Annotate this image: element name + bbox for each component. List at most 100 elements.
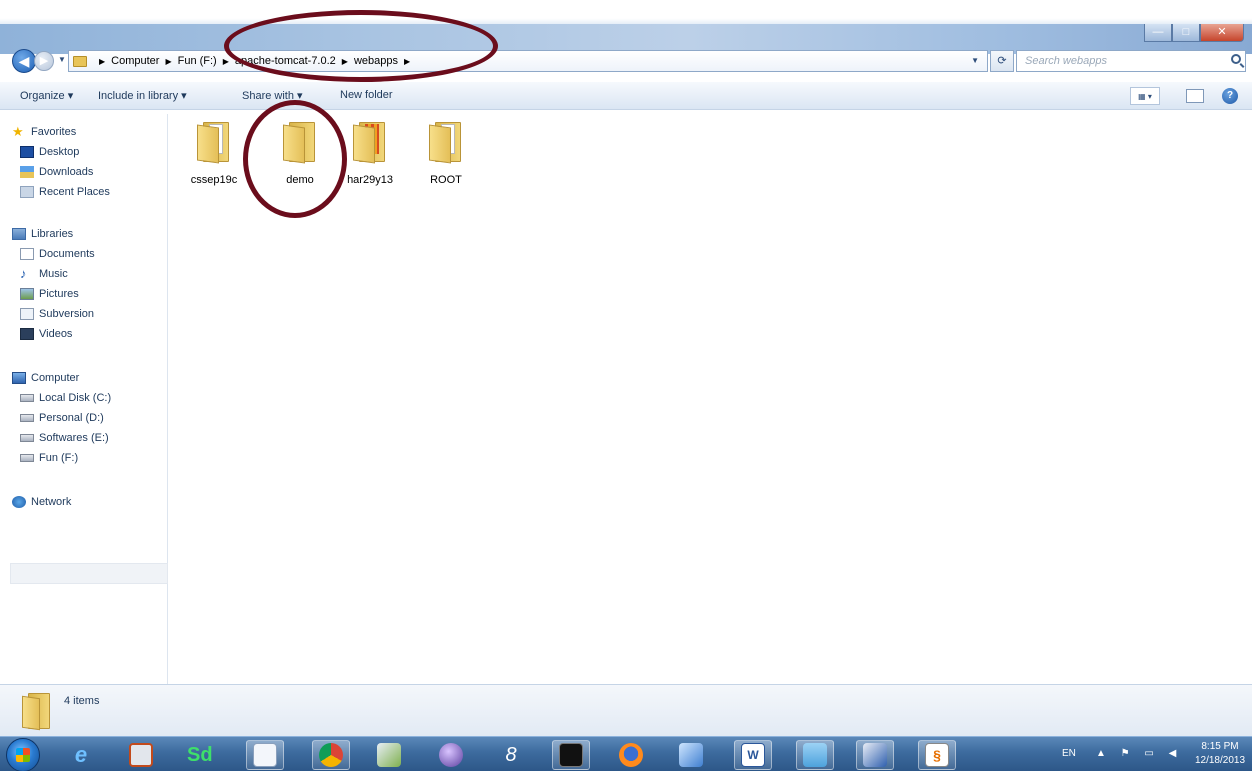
chrome-icon[interactable] xyxy=(312,740,350,770)
videos-icon xyxy=(20,328,34,340)
preview-pane-icon[interactable] xyxy=(1186,89,1204,103)
nav-network[interactable]: Network xyxy=(12,494,71,510)
file-item[interactable]: cssep19c xyxy=(182,120,246,186)
firefox-icon[interactable] xyxy=(612,740,650,770)
nav-computer-label: Computer xyxy=(31,372,80,384)
nav-libraries[interactable]: Libraries xyxy=(12,226,73,242)
nav-personal-d[interactable]: Personal (D:) xyxy=(20,410,104,426)
annotation-circle-demo xyxy=(243,100,347,218)
address-dropdown[interactable]: ▼ xyxy=(971,56,979,65)
breadcrumb-fun-drive[interactable]: Fun (F:) xyxy=(178,55,217,67)
word-icon[interactable]: W xyxy=(734,740,772,770)
help-button[interactable]: ? xyxy=(1222,86,1238,106)
search-input[interactable]: Search webapps xyxy=(1016,50,1246,72)
desktop-icon xyxy=(20,146,34,158)
drive-icon xyxy=(20,454,34,462)
nav-pictures[interactable]: Pictures xyxy=(20,286,79,302)
tray-icons[interactable]: ▲ ⚑ ▭ ◀ xyxy=(1096,748,1182,759)
view-icon[interactable]: ▦ ▾ xyxy=(1130,87,1160,105)
music-icon: ♪ xyxy=(20,266,27,281)
network-icon xyxy=(12,496,26,508)
nav-favorites[interactable]: ★ Favorites xyxy=(12,124,76,140)
recent-pages-dropdown[interactable]: ▼ xyxy=(58,55,66,64)
app-paint-blue-icon[interactable] xyxy=(856,740,894,770)
computer-icon xyxy=(12,372,26,384)
downloads-icon xyxy=(20,166,34,178)
minimize-button[interactable]: — xyxy=(1144,24,1172,42)
nav-subversion[interactable]: Subversion xyxy=(20,306,94,322)
command-prompt-icon[interactable] xyxy=(552,740,590,770)
close-button[interactable]: ✕ xyxy=(1200,24,1244,42)
include-in-library-button[interactable]: Include in library ▾ xyxy=(98,89,187,102)
nav-fun-f-label: Fun (F:) xyxy=(39,452,79,464)
sd-app-icon[interactable]: Sd xyxy=(180,740,218,770)
local-disk-icon xyxy=(20,394,34,402)
notepad-icon[interactable] xyxy=(246,740,284,770)
folder-icon xyxy=(22,693,50,731)
organize-button[interactable]: Organize ▾ xyxy=(20,89,73,102)
nav-subversion-label: Subversion xyxy=(39,308,95,320)
java-icon[interactable]: § xyxy=(918,740,956,770)
recent-places-icon xyxy=(20,186,34,198)
nav-personal-d-label: Personal (D:) xyxy=(39,412,104,424)
nav-recent-places[interactable]: Recent Places xyxy=(20,184,110,200)
nav-downloads-label: Downloads xyxy=(39,166,94,178)
nav-music[interactable]: ♪ Music xyxy=(20,266,68,282)
drive-icon xyxy=(20,434,34,442)
app-orb-icon[interactable] xyxy=(432,740,470,770)
forward-button[interactable]: ▶ xyxy=(34,51,54,71)
nav-libraries-label: Libraries xyxy=(31,228,74,240)
zip-folder-icon xyxy=(197,120,231,164)
new-folder-button[interactable]: New folder xyxy=(340,89,393,101)
clock[interactable]: 8:15 PM 12/18/2013 xyxy=(1192,740,1248,768)
folder-front xyxy=(353,124,375,164)
language-indicator[interactable]: EN xyxy=(1062,748,1076,759)
nav-fun-f[interactable]: Fun (F:) xyxy=(20,450,78,466)
nav-softwares-e[interactable]: Softwares (E:) xyxy=(20,430,109,446)
help-icon[interactable]: ? xyxy=(1222,88,1238,104)
nav-music-label: Music xyxy=(39,268,68,280)
app-8-icon[interactable]: 8 xyxy=(492,740,530,770)
star-icon: ★ xyxy=(12,124,24,139)
nav-desktop[interactable]: Desktop xyxy=(20,144,79,160)
folder-icon xyxy=(353,120,387,164)
start-button[interactable] xyxy=(6,738,40,771)
nav-desktop-label: Desktop xyxy=(39,146,80,158)
clock-time: 8:15 PM xyxy=(1201,741,1239,752)
clock-date: 12/18/2013 xyxy=(1194,755,1246,766)
details-pane: 4 items xyxy=(0,684,1252,736)
breadcrumb-computer[interactable]: Computer xyxy=(111,55,159,67)
nav-computer[interactable]: Computer xyxy=(12,370,79,386)
folder-front xyxy=(22,695,40,731)
app-blue-icon[interactable] xyxy=(672,740,710,770)
breadcrumb-arrow-icon: ▶ xyxy=(222,56,229,66)
nav-local-disk-c[interactable]: Local Disk (C:) xyxy=(20,390,111,406)
file-name: ROOT xyxy=(430,174,462,186)
internet-explorer-icon[interactable]: e xyxy=(62,740,100,770)
nav-videos-label: Videos xyxy=(39,328,73,340)
nav-documents[interactable]: Documents xyxy=(20,246,95,262)
subversion-icon xyxy=(20,308,34,320)
file-name: har29y13 xyxy=(347,174,393,186)
back-button[interactable]: ◀ xyxy=(12,49,36,73)
view-options-button[interactable]: ▦ ▾ xyxy=(1130,86,1160,106)
app-window-icon[interactable] xyxy=(796,740,834,770)
nav-videos[interactable]: Videos xyxy=(20,326,72,342)
folder-icon xyxy=(73,55,87,67)
file-item[interactable]: har29y13 xyxy=(338,120,402,186)
address-bar[interactable]: ▶ Computer ▶ Fun (F:) ▶ apache-tomcat-7.… xyxy=(68,50,988,72)
refresh-button[interactable]: ⟳ xyxy=(990,50,1014,72)
documents-icon xyxy=(20,248,34,260)
nav-documents-label: Documents xyxy=(39,248,95,260)
maximize-button[interactable]: □ xyxy=(1172,24,1200,42)
file-item[interactable]: ROOT xyxy=(414,120,478,186)
breadcrumb-arrow-icon: ▶ xyxy=(165,56,172,66)
item-count: 4 items xyxy=(64,695,100,707)
nav-pictures-label: Pictures xyxy=(39,288,79,300)
paint-icon[interactable] xyxy=(370,740,408,770)
media-player-icon[interactable] xyxy=(122,740,160,770)
preview-pane-button[interactable] xyxy=(1186,86,1204,106)
search-icon[interactable] xyxy=(1231,54,1241,64)
search-placeholder: Search webapps xyxy=(1025,55,1107,67)
nav-downloads[interactable]: Downloads xyxy=(20,164,93,180)
